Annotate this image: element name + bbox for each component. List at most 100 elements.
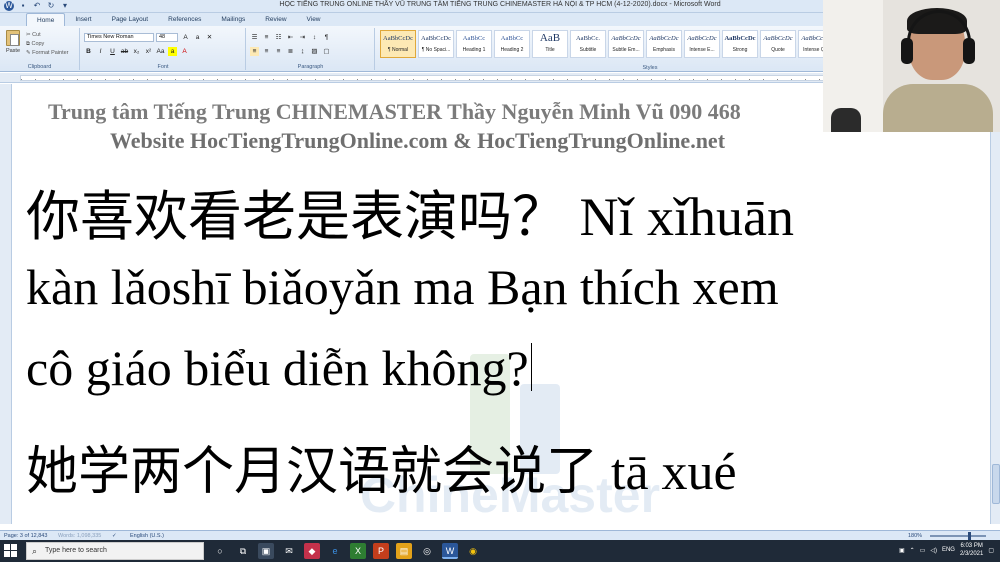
- tray-app-icon[interactable]: ▣: [899, 547, 905, 554]
- superscript-icon[interactable]: x²: [144, 47, 153, 56]
- underline-icon[interactable]: U: [108, 47, 117, 56]
- subscript-icon[interactable]: x₂: [132, 47, 141, 56]
- strikethrough-icon[interactable]: ab: [120, 47, 129, 56]
- style-name: Emphasis: [653, 47, 675, 53]
- numbering-icon[interactable]: ≡: [262, 33, 271, 42]
- tab-page-layout[interactable]: Page Layout: [102, 13, 159, 26]
- vertical-scrollbar[interactable]: [990, 84, 1000, 524]
- windows-taskbar: ⌕ Type here to search ○ ⧉ ▣ ✉ ◆ e X P ▤ …: [0, 540, 1000, 562]
- style-heading-2[interactable]: AaBbCc Heading 2: [494, 30, 530, 58]
- file-explorer-icon[interactable]: ▤: [396, 543, 412, 559]
- align-right-icon[interactable]: ≡: [274, 47, 283, 56]
- windows-start-icon[interactable]: [4, 544, 18, 558]
- tab-mailings[interactable]: Mailings: [211, 13, 255, 26]
- store-icon[interactable]: ▣: [258, 543, 274, 559]
- page-count[interactable]: Page: 3 of 12,843: [4, 533, 47, 539]
- language-indicator[interactable]: English (U.S.): [130, 533, 164, 539]
- increase-indent-icon[interactable]: ⇥: [298, 33, 307, 42]
- mail-icon[interactable]: ✉: [281, 543, 297, 559]
- show-marks-icon[interactable]: ¶: [322, 33, 331, 42]
- excel-icon[interactable]: X: [350, 543, 366, 559]
- bullets-icon[interactable]: ☰: [250, 33, 259, 42]
- vertical-ruler[interactable]: [0, 84, 12, 524]
- document-page[interactable]: ChineMaster Trung tâm Tiếng Trung CHINEM…: [12, 84, 990, 524]
- task-view-icon[interactable]: ⧉: [235, 543, 251, 559]
- font-format-tools: B I U ab x₂ x² Aa a A: [84, 47, 189, 56]
- style-name: Intense E...: [689, 47, 715, 53]
- font-group: Times New Roman 48 A a ✕ B I U ab x₂ x² …: [81, 28, 246, 70]
- shading-icon[interactable]: ▨: [310, 47, 319, 56]
- font-size-select[interactable]: 48: [156, 33, 178, 42]
- sort-icon[interactable]: ↕: [310, 33, 319, 42]
- multilevel-list-icon[interactable]: ☷: [274, 33, 283, 42]
- change-case-icon[interactable]: Aa: [156, 47, 165, 56]
- borders-icon[interactable]: ▢: [322, 47, 331, 56]
- cortana-icon[interactable]: ○: [212, 543, 228, 559]
- zoom-slider[interactable]: [930, 532, 986, 540]
- paste-button[interactable]: Paste: [4, 30, 22, 60]
- style-strong[interactable]: AaBbCcDc Strong: [722, 30, 758, 58]
- style-title[interactable]: AaB Title: [532, 30, 568, 58]
- style-name: Heading 1: [462, 47, 486, 53]
- bold-icon[interactable]: B: [84, 47, 93, 56]
- text-cursor: [530, 343, 532, 391]
- show-hidden-icons-icon[interactable]: ⌃: [910, 547, 915, 554]
- headphones-left-icon: [901, 38, 913, 64]
- style-no-spacing[interactable]: AaBbCcDc ¶ No Spaci...: [418, 30, 454, 58]
- clear-format-icon[interactable]: ✕: [205, 33, 214, 42]
- powerpoint-icon[interactable]: P: [373, 543, 389, 559]
- zoom-level[interactable]: 180%: [908, 533, 922, 539]
- style-sample: AaBbCcDc: [724, 35, 756, 42]
- notifications-icon[interactable]: ▢: [988, 547, 994, 554]
- style-name: Quote: [771, 47, 785, 53]
- italic-icon[interactable]: I: [96, 47, 105, 56]
- style-sample: AaBbCc: [500, 35, 524, 42]
- alignment-tools: ≡ ≡ ≡ ≣ ↨ ▨ ▢: [250, 47, 331, 56]
- tab-review[interactable]: Review: [255, 13, 296, 26]
- word-taskbar-icon[interactable]: W: [442, 543, 458, 559]
- shrink-font-icon[interactable]: a: [193, 33, 202, 42]
- style-normal[interactable]: AaBbCcDc ¶ Normal: [380, 30, 416, 58]
- align-center-icon[interactable]: ≡: [262, 47, 271, 56]
- tab-insert[interactable]: Insert: [65, 13, 101, 26]
- list-tools: ☰ ≡ ☷ ⇤ ⇥ ↕ ¶: [250, 33, 331, 42]
- line-spacing-icon[interactable]: ↨: [298, 47, 307, 56]
- highlight-icon[interactable]: a: [168, 47, 177, 56]
- taskbar-search-box[interactable]: ⌕ Type here to search: [26, 542, 204, 560]
- tab-view[interactable]: View: [297, 13, 331, 26]
- style-subtitle[interactable]: AaBbCc. Subtitle: [570, 30, 606, 58]
- style-emphasis[interactable]: AaBbCcDc Emphasis: [646, 30, 682, 58]
- style-subtle-emphasis[interactable]: AaBbCcDc Subtle Em...: [608, 30, 644, 58]
- volume-icon[interactable]: ◁): [930, 547, 937, 554]
- font-color-icon[interactable]: A: [180, 47, 189, 56]
- decrease-indent-icon[interactable]: ⇤: [286, 33, 295, 42]
- network-icon[interactable]: ▭: [920, 547, 926, 554]
- tab-references[interactable]: References: [158, 13, 211, 26]
- cut-button[interactable]: ✂ Cut: [26, 32, 41, 38]
- scrollbar-thumb[interactable]: [992, 464, 1000, 504]
- search-icon: ⌕: [32, 546, 38, 556]
- language-indicator-tray[interactable]: ENG: [942, 547, 955, 553]
- proofing-icon[interactable]: ✓: [112, 533, 117, 539]
- word-count[interactable]: Words: 1,098,335: [58, 533, 101, 539]
- style-sample: AaBbCc.: [575, 35, 600, 42]
- copy-label: Copy: [31, 41, 45, 47]
- font-name-select[interactable]: Times New Roman: [84, 33, 154, 42]
- chrome-icon[interactable]: ◉: [465, 543, 481, 559]
- style-intense-emphasis[interactable]: AaBbCcDc Intense E...: [684, 30, 720, 58]
- webcam-person-shirt: [883, 84, 993, 132]
- justify-icon[interactable]: ≣: [286, 47, 295, 56]
- grow-font-icon[interactable]: A: [181, 33, 190, 42]
- align-left-icon[interactable]: ≡: [250, 47, 259, 56]
- copy-button[interactable]: ⧉ Copy: [26, 41, 44, 48]
- format-painter-button[interactable]: ✎ Format Painter: [26, 50, 69, 56]
- taskbar-clock[interactable]: 6:03 PM 2/3/2021: [960, 542, 983, 558]
- app-icon[interactable]: ◆: [304, 543, 320, 559]
- style-heading-1[interactable]: AaBbCc Heading 1: [456, 30, 492, 58]
- media-icon[interactable]: ◎: [419, 543, 435, 559]
- style-quote[interactable]: AaBbCcDc Quote: [760, 30, 796, 58]
- edge-icon[interactable]: e: [327, 543, 343, 559]
- style-name: Title: [545, 47, 555, 53]
- tab-home[interactable]: Home: [26, 13, 66, 26]
- body-line-3: cô giáo biểu diễn không?: [26, 340, 529, 396]
